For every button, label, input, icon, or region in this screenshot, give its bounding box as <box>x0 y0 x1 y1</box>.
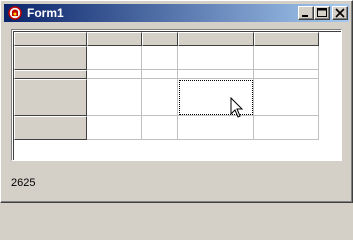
status-label: 2625 <box>11 177 36 189</box>
mouse-pointer-icon <box>230 97 244 118</box>
form-window: Form1 2625 <box>0 0 353 203</box>
grid-body <box>13 31 341 160</box>
title-bar[interactable]: Form1 <box>4 4 349 22</box>
maximize-button[interactable] <box>314 6 330 20</box>
maximize-icon <box>317 8 327 17</box>
grid-cell[interactable] <box>254 46 319 70</box>
grid-cell[interactable] <box>142 116 178 140</box>
grid-fixed-cell[interactable] <box>14 46 87 70</box>
grid-fixed-cell[interactable] <box>14 32 87 46</box>
grid-cell[interactable] <box>254 116 319 140</box>
close-icon <box>335 8 345 18</box>
torchbearer-icon <box>8 6 22 20</box>
minimize-icon <box>302 15 308 17</box>
grid-fixed-cell[interactable] <box>178 32 254 46</box>
grid-cell[interactable] <box>87 79 142 116</box>
grid-cell[interactable] <box>178 116 254 140</box>
window-title: Form1 <box>27 6 64 20</box>
grid-cell[interactable] <box>87 70 142 79</box>
grid-cell[interactable] <box>142 70 178 79</box>
grid-cell[interactable] <box>142 46 178 70</box>
grid-cell[interactable] <box>178 46 254 70</box>
grid-cell[interactable] <box>178 70 254 79</box>
minimize-button[interactable] <box>298 6 314 20</box>
grid-fixed-cell[interactable] <box>142 32 178 46</box>
grid-fixed-cell[interactable] <box>254 32 319 46</box>
grid-cell[interactable] <box>87 116 142 140</box>
grid-fixed-cell[interactable] <box>14 70 87 79</box>
grid-cell[interactable] <box>254 79 319 116</box>
grid-fixed-cell[interactable] <box>14 79 87 116</box>
grid-cell[interactable] <box>87 46 142 70</box>
grid-cell[interactable] <box>142 79 178 116</box>
grid-cell[interactable] <box>254 70 319 79</box>
grid-fixed-cell[interactable] <box>87 32 142 46</box>
string-grid[interactable] <box>11 29 342 161</box>
close-button[interactable] <box>332 6 348 20</box>
grid-fixed-cell[interactable] <box>14 116 87 140</box>
